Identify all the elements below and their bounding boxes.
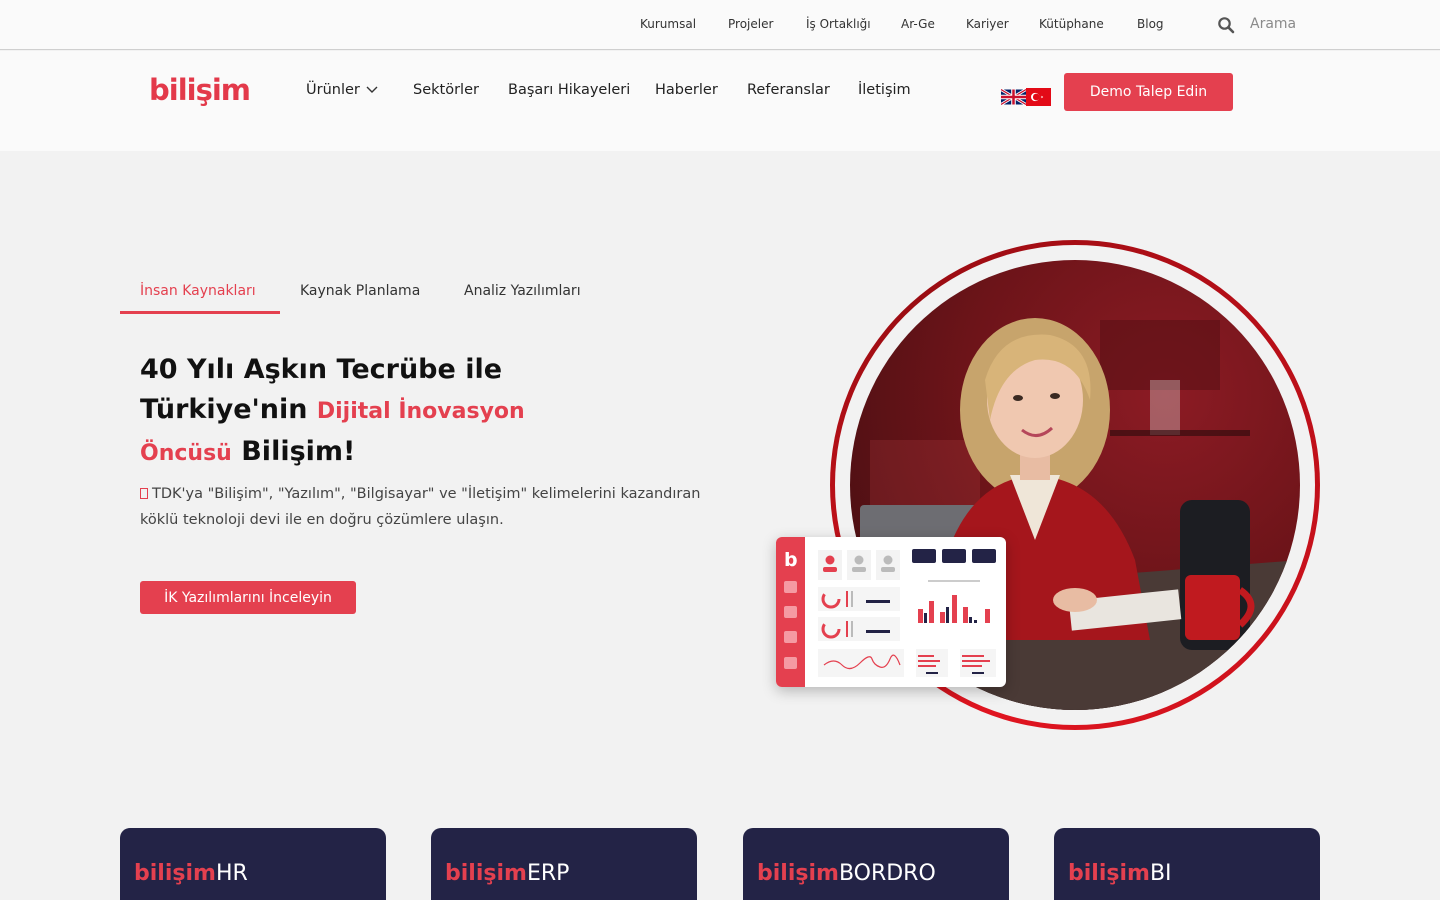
nav-referanslar[interactable]: Referanslar bbox=[747, 82, 830, 98]
nav-basari-hikayeleri[interactable]: Başarı Hikayeleri bbox=[508, 82, 630, 98]
headline-accent-1: Dijital İnovasyon bbox=[316, 399, 525, 424]
nav-sektorler[interactable]: Sektörler bbox=[413, 82, 479, 98]
topnav-projeler[interactable]: Projeler bbox=[728, 17, 773, 31]
site-logo[interactable]: bilişim bbox=[149, 73, 251, 107]
tab-insan-kaynaklari[interactable]: İnsan Kaynakları bbox=[140, 283, 256, 299]
hero-description: TDK'ya "Bilişim", "Yazılım", "Bilgisayar… bbox=[140, 481, 720, 533]
hero-headline: 40 Yılı Aşkın Tecrübe ile Türkiye'nin Di… bbox=[140, 350, 700, 474]
headline-line-1: 40 Yılı Aşkın Tecrübe ile bbox=[140, 354, 503, 385]
product-name-bordro: bilişimBORDRO bbox=[757, 861, 936, 886]
uk-flag-icon[interactable] bbox=[1001, 88, 1026, 106]
top-utility-bar: Kurumsal Projeler İş Ortaklığı Ar-Ge Kar… bbox=[0, 0, 1440, 50]
product-name-erp: bilişimERP bbox=[445, 861, 570, 886]
topnav-kariyer[interactable]: Kariyer bbox=[966, 17, 1009, 31]
search-icon[interactable] bbox=[1217, 16, 1235, 34]
topnav-kutuphane[interactable]: Kütüphane bbox=[1039, 17, 1104, 31]
product-name-bi: bilişimBI bbox=[1068, 861, 1172, 886]
topnav-is-ortakligi[interactable]: İş Ortaklığı bbox=[806, 17, 871, 31]
turkey-flag-icon[interactable] bbox=[1026, 88, 1051, 106]
dashboard-logo: b bbox=[784, 549, 798, 571]
headline-line-3b: Bilişim! bbox=[231, 436, 356, 467]
nav-iletisim[interactable]: İletişim bbox=[858, 82, 911, 98]
bullet-icon bbox=[140, 488, 148, 499]
search-input[interactable]: Arama bbox=[1250, 16, 1296, 32]
nav-urunler[interactable]: Ürünler bbox=[306, 82, 360, 98]
headline-accent-2: Öncüsü bbox=[140, 441, 232, 466]
chevron-down-icon[interactable] bbox=[366, 86, 378, 94]
product-card-bordro[interactable]: bilişimBORDRO bbox=[743, 828, 1009, 900]
dashboard-widgets: b bbox=[784, 549, 996, 677]
hr-software-button[interactable]: İK Yazılımlarını İnceleyin bbox=[140, 581, 356, 614]
product-name-hr: bilişimHR bbox=[134, 861, 248, 886]
headline-line-2a: Türkiye'nin bbox=[140, 394, 317, 425]
hero-description-text: TDK'ya "Bilişim", "Yazılım", "Bilgisayar… bbox=[140, 486, 701, 528]
main-header: bilişim Ürünler Sektörler Başarı Hikayel… bbox=[0, 51, 1440, 151]
product-card-hr[interactable]: bilişimHR bbox=[120, 828, 386, 900]
active-tab-indicator bbox=[120, 311, 280, 314]
tab-kaynak-planlama[interactable]: Kaynak Planlama bbox=[300, 283, 420, 299]
dashboard-preview-card: b bbox=[776, 537, 1006, 687]
nav-haberler[interactable]: Haberler bbox=[655, 82, 718, 98]
topnav-kurumsal[interactable]: Kurumsal bbox=[640, 17, 696, 31]
topnav-blog[interactable]: Blog bbox=[1137, 17, 1164, 31]
product-card-erp[interactable]: bilişimERP bbox=[431, 828, 697, 900]
demo-request-button[interactable]: Demo Talep Edin bbox=[1064, 73, 1233, 111]
product-card-bi[interactable]: bilişimBI bbox=[1054, 828, 1320, 900]
topnav-ar-ge[interactable]: Ar-Ge bbox=[901, 17, 935, 31]
tab-analiz-yazilimlari[interactable]: Analiz Yazılımları bbox=[464, 283, 581, 299]
